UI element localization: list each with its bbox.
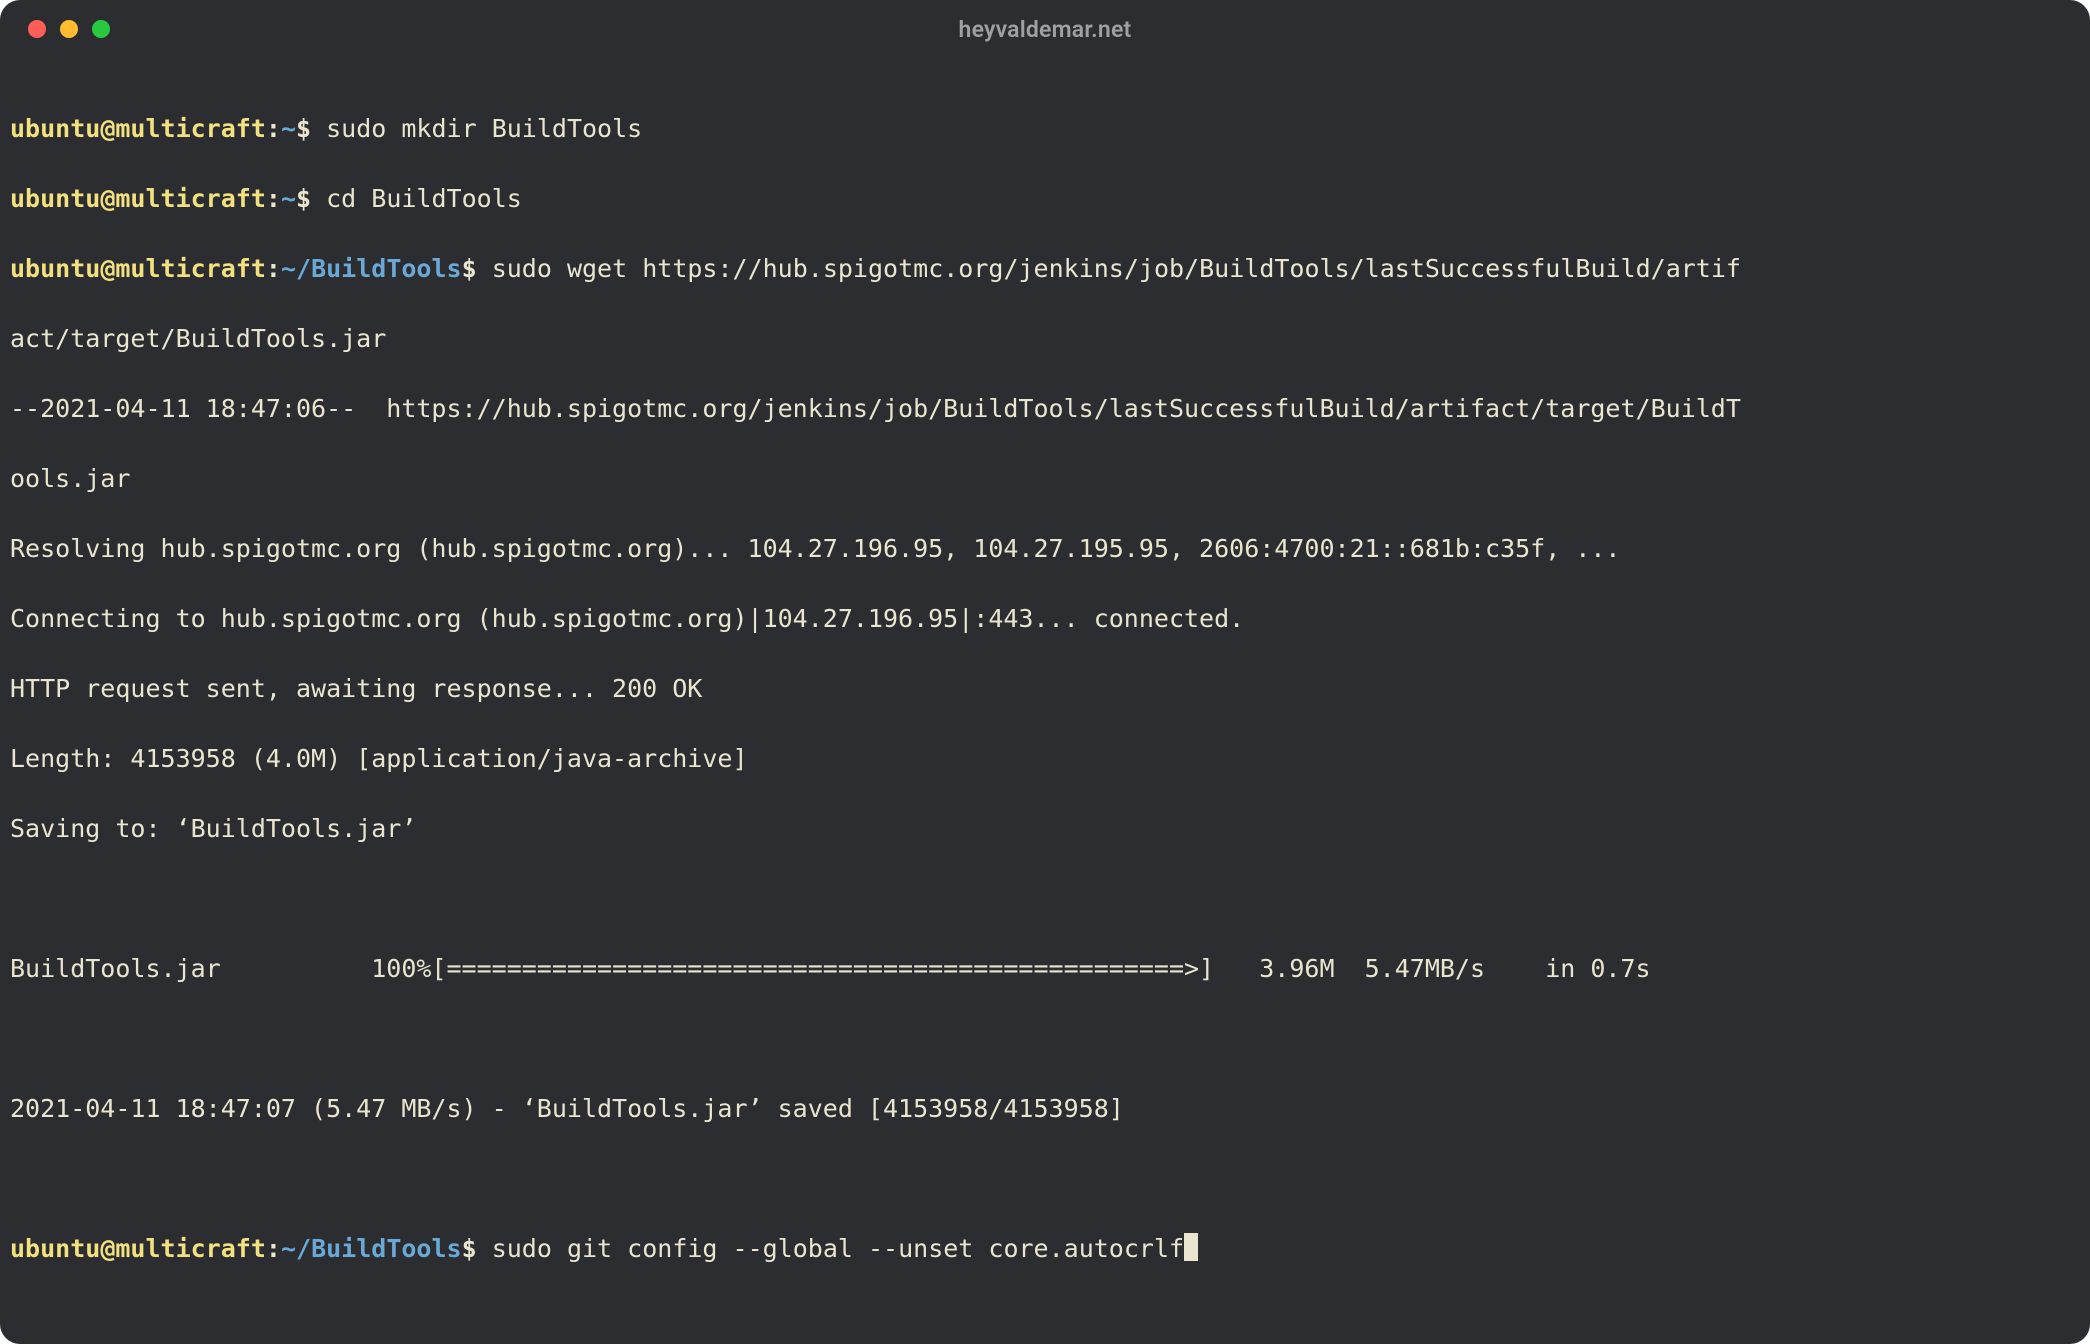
- output-line: Saving to: ‘BuildTools.jar’: [10, 811, 2080, 846]
- prompt-user: ubuntu: [10, 254, 100, 283]
- prompt-line: ubuntu@multicraft:~/BuildTools$ sudo wge…: [10, 251, 2080, 286]
- traffic-lights: [28, 20, 110, 38]
- prompt-colon: :: [266, 1234, 281, 1263]
- terminal-window: heyvaldemar.net ubuntu@multicraft:~$ sud…: [0, 0, 2090, 1344]
- output-line: Length: 4153958 (4.0M) [application/java…: [10, 741, 2080, 776]
- prompt-dollar: $: [296, 114, 326, 143]
- prompt-tilde: ~: [281, 184, 296, 213]
- prompt-line: ubuntu@multicraft:~$ cd BuildTools: [10, 181, 2080, 216]
- output-line: Resolving hub.spigotmc.org (hub.spigotmc…: [10, 531, 2080, 566]
- prompt-tilde: ~: [281, 254, 296, 283]
- prompt-tilde: ~: [281, 114, 296, 143]
- prompt-at: @: [100, 254, 115, 283]
- output-line: 2021-04-11 18:47:07 (5.47 MB/s) - ‘Build…: [10, 1091, 2080, 1126]
- output-line: HTTP request sent, awaiting response... …: [10, 671, 2080, 706]
- minimize-icon[interactable]: [60, 20, 78, 38]
- prompt-path: /BuildTools: [296, 254, 462, 283]
- output-line: ools.jar: [10, 461, 2080, 496]
- prompt-path: /BuildTools: [296, 1234, 462, 1263]
- command-text: sudo git config --global --unset core.au…: [492, 1234, 1184, 1263]
- command-text: cd BuildTools: [326, 184, 522, 213]
- prompt-colon: :: [266, 114, 281, 143]
- output-line: [10, 1161, 2080, 1196]
- prompt-dollar: $: [296, 184, 326, 213]
- output-line: [10, 881, 2080, 916]
- prompt-line: ubuntu@multicraft:~/BuildTools$ sudo git…: [10, 1231, 2080, 1266]
- prompt-host: multicraft: [115, 1234, 266, 1263]
- maximize-icon[interactable]: [92, 20, 110, 38]
- cursor-icon: [1184, 1233, 1198, 1261]
- prompt-user: ubuntu: [10, 1234, 100, 1263]
- prompt-at: @: [100, 1234, 115, 1263]
- output-line: --2021-04-11 18:47:06-- https://hub.spig…: [10, 391, 2080, 426]
- command-wrap: act/target/BuildTools.jar: [10, 321, 2080, 356]
- window-title: heyvaldemar.net: [959, 16, 1132, 43]
- titlebar: heyvaldemar.net: [0, 0, 2090, 58]
- terminal-body[interactable]: ubuntu@multicraft:~$ sudo mkdir BuildToo…: [0, 58, 2090, 1344]
- prompt-dollar: $: [462, 254, 492, 283]
- close-icon[interactable]: [28, 20, 46, 38]
- prompt-at: @: [100, 184, 115, 213]
- output-line: BuildTools.jar 100%[====================…: [10, 951, 2080, 986]
- output-line: Connecting to hub.spigotmc.org (hub.spig…: [10, 601, 2080, 636]
- command-text: sudo mkdir BuildTools: [326, 114, 642, 143]
- prompt-host: multicraft: [115, 114, 266, 143]
- prompt-colon: :: [266, 254, 281, 283]
- prompt-host: multicraft: [115, 254, 266, 283]
- prompt-dollar: $: [462, 1234, 492, 1263]
- command-text: sudo wget https://hub.spigotmc.org/jenki…: [492, 254, 1741, 283]
- output-line: [10, 1021, 2080, 1056]
- prompt-tilde: ~: [281, 1234, 296, 1263]
- prompt-host: multicraft: [115, 184, 266, 213]
- prompt-user: ubuntu: [10, 114, 100, 143]
- prompt-line: ubuntu@multicraft:~$ sudo mkdir BuildToo…: [10, 111, 2080, 146]
- prompt-user: ubuntu: [10, 184, 100, 213]
- prompt-colon: :: [266, 184, 281, 213]
- prompt-at: @: [100, 114, 115, 143]
